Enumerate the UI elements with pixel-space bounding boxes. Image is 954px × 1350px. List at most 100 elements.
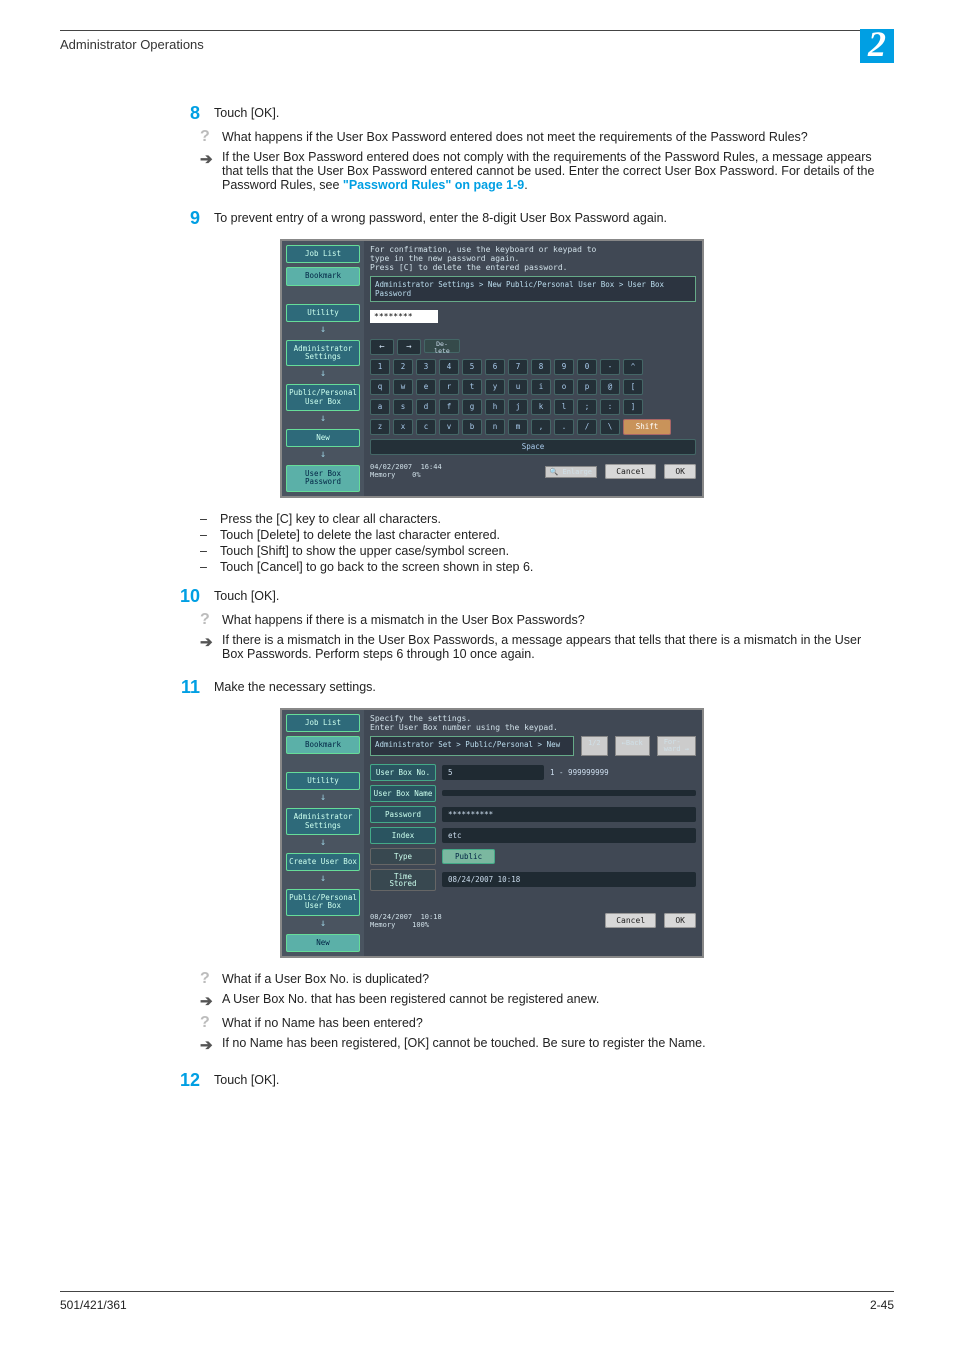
password-label[interactable]: Password bbox=[370, 806, 436, 823]
down-arrow-icon: ↓ bbox=[286, 875, 360, 883]
footer-model: 501/421/361 bbox=[60, 1298, 127, 1312]
step-11-question-2: What if no Name has been entered? bbox=[222, 1016, 884, 1030]
key-o[interactable]: o bbox=[554, 379, 574, 395]
key-h[interactable]: h bbox=[485, 399, 505, 415]
index-label[interactable]: Index bbox=[370, 827, 436, 844]
space-key[interactable]: Space bbox=[370, 439, 696, 455]
key-/[interactable]: / bbox=[577, 419, 597, 435]
ok-button[interactable]: OK bbox=[664, 913, 696, 928]
utility-btn[interactable]: Utility bbox=[286, 772, 360, 790]
shift-key[interactable]: Shift bbox=[623, 419, 671, 435]
key-l[interactable]: l bbox=[554, 399, 574, 415]
bullet-item: Touch [Shift] to show the upper case/sym… bbox=[220, 544, 509, 558]
key-.[interactable]: . bbox=[554, 419, 574, 435]
step-10-text: Touch [OK]. bbox=[214, 586, 894, 607]
key-\[interactable]: \ bbox=[600, 419, 620, 435]
key-c[interactable]: c bbox=[416, 419, 436, 435]
key-t[interactable]: t bbox=[462, 379, 482, 395]
key-0[interactable]: 0 bbox=[577, 359, 597, 375]
cancel-button[interactable]: Cancel bbox=[605, 464, 656, 479]
down-arrow-icon: ↓ bbox=[286, 326, 360, 334]
key-@[interactable]: @ bbox=[600, 379, 620, 395]
bookmark-btn[interactable]: Bookmark bbox=[286, 736, 360, 754]
utility-btn[interactable]: Utility bbox=[286, 304, 360, 322]
delete-key[interactable]: De- lete bbox=[424, 339, 460, 353]
key-][interactable]: ] bbox=[623, 399, 643, 415]
new-btn[interactable]: New bbox=[286, 934, 360, 952]
key-4[interactable]: 4 bbox=[439, 359, 459, 375]
key-x[interactable]: x bbox=[393, 419, 413, 435]
key-i[interactable]: i bbox=[531, 379, 551, 395]
admin-settings-btn[interactable]: Administrator Settings bbox=[286, 340, 360, 367]
step-8-text: Touch [OK]. bbox=[214, 103, 894, 124]
userbox-name-value[interactable] bbox=[442, 790, 696, 796]
key-b[interactable]: b bbox=[462, 419, 482, 435]
bullet-item: Touch [Delete] to delete the last charac… bbox=[220, 528, 500, 542]
key-w[interactable]: w bbox=[393, 379, 413, 395]
key-y[interactable]: y bbox=[485, 379, 505, 395]
key-e[interactable]: e bbox=[416, 379, 436, 395]
key-n[interactable]: n bbox=[485, 419, 505, 435]
enlarge-btn[interactable]: 🔍 Enlarge bbox=[545, 466, 597, 478]
settings-screen: Job List Bookmark Utility ↓ Administrato… bbox=[280, 708, 704, 958]
admin-settings-btn[interactable]: Administrator Settings bbox=[286, 808, 360, 835]
key-8[interactable]: 8 bbox=[531, 359, 551, 375]
cancel-button[interactable]: Cancel bbox=[605, 913, 656, 928]
key-d[interactable]: d bbox=[416, 399, 436, 415]
key-q[interactable]: q bbox=[370, 379, 390, 395]
forward-button[interactable]: For- ward → bbox=[657, 736, 696, 756]
key-z[interactable]: z bbox=[370, 419, 390, 435]
create-userbox-btn[interactable]: Create User Box bbox=[286, 853, 360, 871]
index-value[interactable]: etc bbox=[442, 828, 696, 843]
key-j[interactable]: j bbox=[508, 399, 528, 415]
type-public-btn[interactable]: Public bbox=[442, 849, 495, 864]
userbox-name-label[interactable]: User Box Name bbox=[370, 785, 436, 802]
key-3[interactable]: 3 bbox=[416, 359, 436, 375]
key-6[interactable]: 6 bbox=[485, 359, 505, 375]
userbox-password-btn[interactable]: User Box Password bbox=[286, 465, 360, 492]
password-rules-link[interactable]: "Password Rules" on page 1-9 bbox=[343, 178, 524, 192]
left-arrow-key[interactable]: ← bbox=[370, 339, 394, 355]
userbox-no-label[interactable]: User Box No. bbox=[370, 764, 436, 781]
key-k[interactable]: k bbox=[531, 399, 551, 415]
step-number-10: 10 bbox=[160, 586, 214, 607]
right-arrow-key[interactable]: → bbox=[397, 339, 421, 355]
page-header: Administrator Operations 2 bbox=[60, 30, 894, 63]
down-arrow-icon: ↓ bbox=[286, 370, 360, 378]
key--[interactable]: - bbox=[600, 359, 620, 375]
key-^[interactable]: ^ bbox=[623, 359, 643, 375]
ok-button[interactable]: OK bbox=[664, 464, 696, 479]
instruction-line-1: For confirmation, use the keyboard or ke… bbox=[370, 245, 696, 254]
back-button[interactable]: ←Back bbox=[615, 736, 650, 756]
key-f[interactable]: f bbox=[439, 399, 459, 415]
public-personal-userbox-btn[interactable]: Public/Personal User Box bbox=[286, 889, 360, 916]
instruction-line-3: Press [C] to delete the entered password… bbox=[370, 263, 696, 272]
key-[[interactable]: [ bbox=[623, 379, 643, 395]
key-s[interactable]: s bbox=[393, 399, 413, 415]
bookmark-btn[interactable]: Bookmark bbox=[286, 267, 360, 285]
arrow-icon: ➔ bbox=[200, 151, 213, 168]
new-btn[interactable]: New bbox=[286, 429, 360, 447]
key-:[interactable]: : bbox=[600, 399, 620, 415]
public-personal-userbox-btn[interactable]: Public/Personal User Box bbox=[286, 384, 360, 411]
password-input[interactable]: ******** bbox=[370, 310, 438, 323]
key-r[interactable]: r bbox=[439, 379, 459, 395]
job-list-btn[interactable]: Job List bbox=[286, 245, 360, 263]
key-;[interactable]: ; bbox=[577, 399, 597, 415]
key-9[interactable]: 9 bbox=[554, 359, 574, 375]
key-p[interactable]: p bbox=[577, 379, 597, 395]
key-5[interactable]: 5 bbox=[462, 359, 482, 375]
key-g[interactable]: g bbox=[462, 399, 482, 415]
userbox-no-value[interactable]: 5 bbox=[442, 765, 544, 780]
password-value[interactable]: ********** bbox=[442, 807, 696, 822]
key-1[interactable]: 1 bbox=[370, 359, 390, 375]
breadcrumb: Administrator Settings > New Public/Pers… bbox=[370, 276, 696, 302]
key-,[interactable]: , bbox=[531, 419, 551, 435]
key-a[interactable]: a bbox=[370, 399, 390, 415]
key-7[interactable]: 7 bbox=[508, 359, 528, 375]
key-2[interactable]: 2 bbox=[393, 359, 413, 375]
key-m[interactable]: m bbox=[508, 419, 528, 435]
key-v[interactable]: v bbox=[439, 419, 459, 435]
job-list-btn[interactable]: Job List bbox=[286, 714, 360, 732]
key-u[interactable]: u bbox=[508, 379, 528, 395]
